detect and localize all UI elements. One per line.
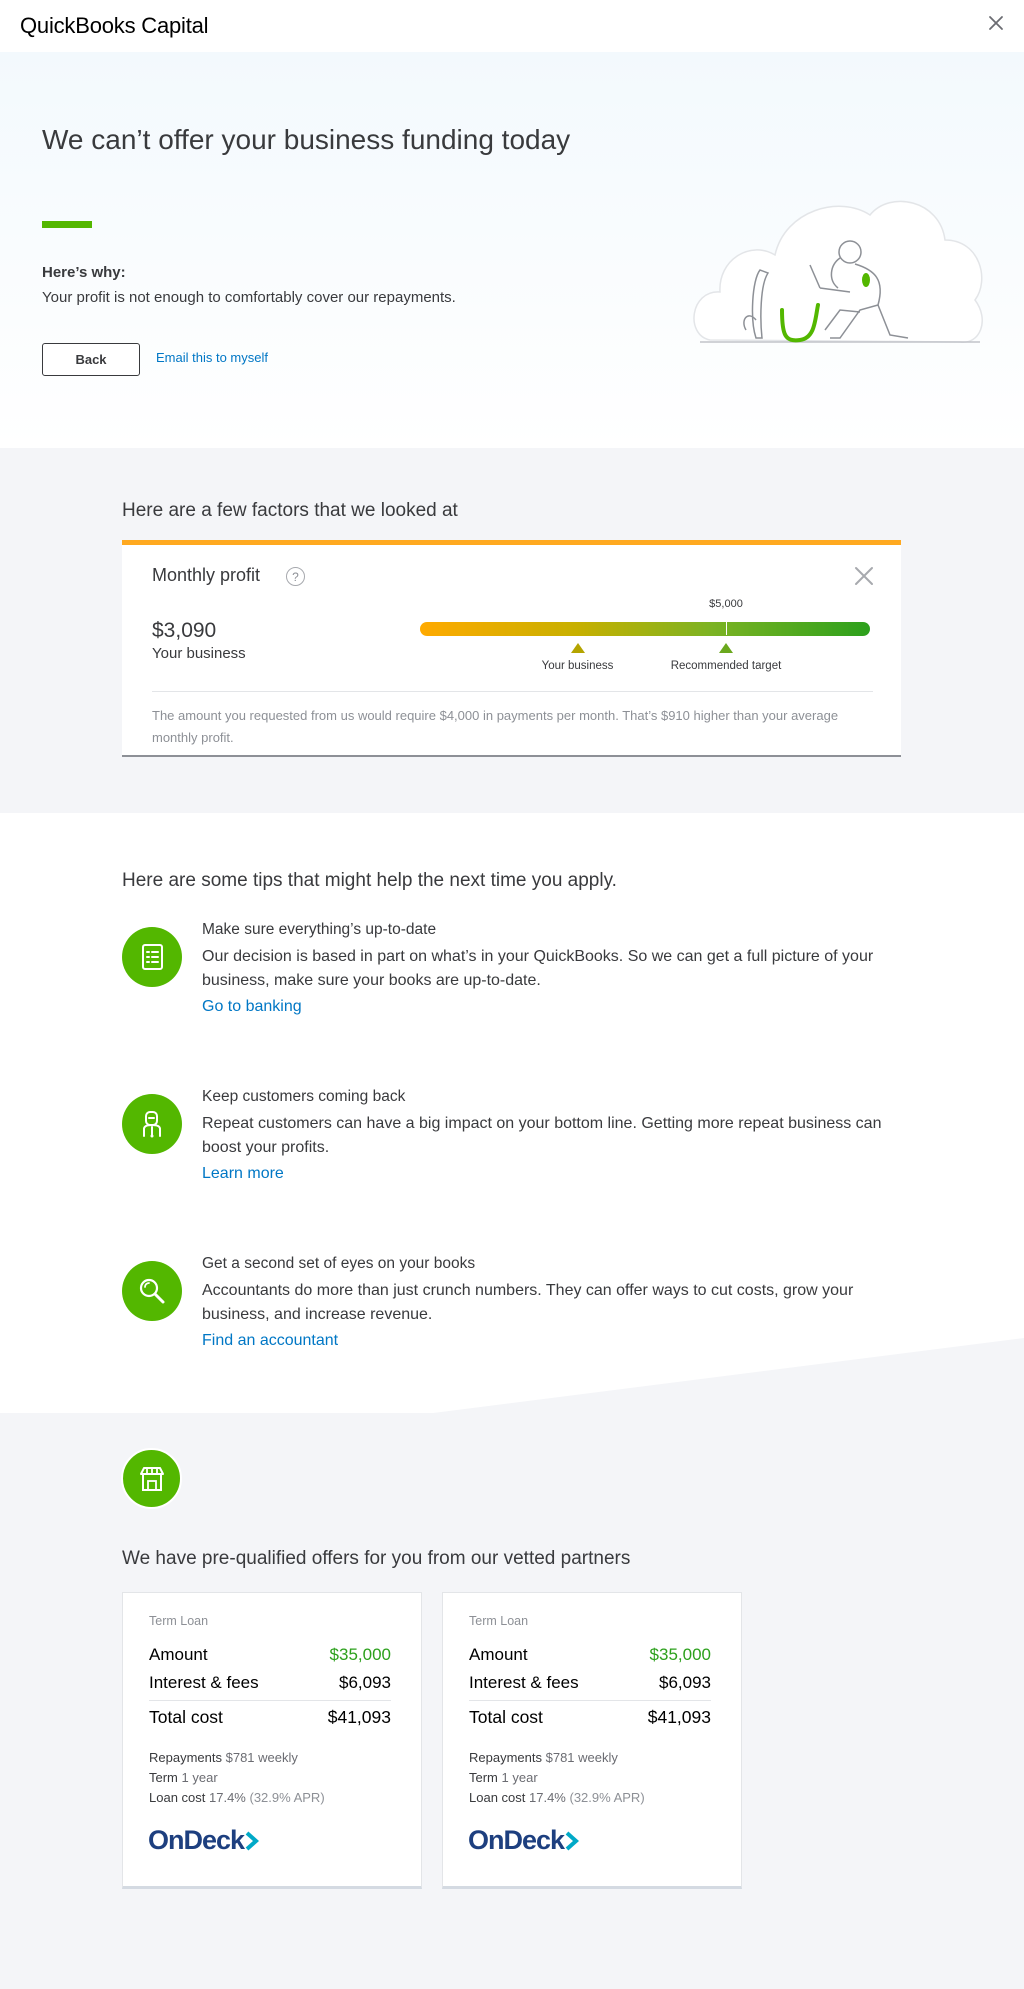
monthly-profit-card: Monthly profit ? $3,090 Your business $5… (122, 540, 901, 757)
tip-text: Repeat customers can have a big impact o… (202, 1115, 882, 1156)
loan-type: Term Loan (149, 1614, 209, 1628)
recommended-target-marker (719, 643, 733, 653)
fees-row: Interest & fees $6,093 (469, 1673, 711, 1693)
term-line: Term 1 year (149, 1770, 218, 1785)
close-factor-icon[interactable] (853, 565, 875, 587)
reason-text: Your profit is not enough to comfortably… (42, 289, 456, 306)
recommended-target-label: Recommended target (670, 660, 782, 672)
factor-note: The amount you requested from us would r… (152, 708, 839, 745)
loan-cost-label: Loan cost (149, 1790, 206, 1805)
business-profit-label: Your business (152, 645, 246, 662)
fees-row: Interest & fees $6,093 (149, 1673, 391, 1693)
ondeck-logo: OnDeck (148, 1825, 260, 1856)
apr-value: (32.9% APR) (569, 1790, 645, 1805)
fees-value: $6,093 (339, 1673, 391, 1692)
storefront-icon (121, 1448, 182, 1509)
repayments-label: Repayments (469, 1750, 542, 1765)
loan-cost-label: Loan cost (469, 1790, 526, 1805)
amount-row: Amount $35,000 (469, 1645, 711, 1665)
offer-card[interactable]: Term Loan Amount $35,000 Interest & fees… (122, 1592, 422, 1889)
term-value: 1 year (181, 1770, 218, 1785)
repayments-line: Repayments $781 weekly (469, 1750, 618, 1765)
decision-hero: We can’t offer your business funding tod… (0, 52, 1024, 448)
tip-title: Keep customers coming back (202, 1088, 406, 1105)
factor-title: Monthly profit (152, 565, 261, 585)
go-to-banking-link[interactable]: Go to banking (202, 998, 302, 1016)
ondeck-logo: OnDeck (468, 1825, 580, 1856)
email-link[interactable]: Email this to myself (156, 350, 268, 365)
factors-heading: Here are a few factors that we looked at (122, 500, 458, 521)
your-business-label: Your business (541, 660, 614, 672)
tip-item: Keep customers coming back Repeat custom… (122, 1088, 922, 1198)
row-divider (149, 1700, 391, 1701)
target-tick (726, 609, 727, 635)
repayments-value: $781 weekly (545, 1750, 618, 1765)
loan-cost-line: Loan cost 17.4% (32.9% APR) (149, 1790, 325, 1805)
amount-value: $35,000 (649, 1645, 711, 1664)
repayments-line: Repayments $781 weekly (149, 1750, 298, 1765)
term-label: Term (149, 1770, 178, 1785)
app-title: QuickBooks Capital (20, 13, 209, 38)
loan-type: Term Loan (469, 1614, 529, 1628)
amount-row: Amount $35,000 (149, 1645, 391, 1665)
term-value: 1 year (501, 1770, 538, 1785)
tip-title: Get a second set of eyes on your books (202, 1255, 476, 1272)
person-at-laptop-illustration (693, 200, 983, 343)
factors-section: Here are a few factors that we looked at… (0, 448, 1024, 813)
partner-name: OnDeck (468, 1825, 565, 1855)
total-label: Total cost (149, 1707, 223, 1727)
repayments-value: $781 weekly (225, 1750, 298, 1765)
tip-text: Accountants do more than just crunch num… (202, 1282, 854, 1323)
loan-cost-value: 17.4% (209, 1790, 246, 1805)
total-label: Total cost (469, 1707, 543, 1727)
tip-item: Make sure everything’s up-to-date Our de… (122, 921, 922, 1031)
card-divider (152, 691, 873, 692)
total-row: Total cost $41,093 (469, 1707, 711, 1728)
fees-label: Interest & fees (149, 1673, 259, 1692)
fees-label: Interest & fees (469, 1673, 579, 1692)
offers-section: We have pre-qualified offers for you fro… (0, 1338, 1024, 1989)
term-label: Term (469, 1770, 498, 1785)
help-icon[interactable]: ? (286, 567, 305, 586)
close-icon[interactable] (982, 9, 1010, 37)
offer-card[interactable]: Term Loan Amount $35,000 Interest & fees… (442, 1592, 742, 1889)
repayments-label: Repayments (149, 1750, 222, 1765)
row-divider (469, 1700, 711, 1701)
chevron-right-icon (245, 1831, 260, 1850)
tip-text: Our decision is based in part on what’s … (202, 948, 874, 989)
total-row: Total cost $41,093 (149, 1707, 391, 1728)
loan-cost-value: 17.4% (529, 1790, 566, 1805)
profit-meter-bar (420, 622, 870, 636)
customer-icon (122, 1094, 182, 1154)
top-bar: QuickBooks Capital (0, 0, 1024, 52)
tip-title: Make sure everything’s up-to-date (202, 921, 437, 938)
accent-rule (42, 221, 92, 228)
amount-label: Amount (149, 1645, 208, 1664)
magnifier-icon (122, 1261, 182, 1321)
total-value: $41,093 (327, 1707, 391, 1727)
back-button[interactable]: Back (42, 343, 140, 376)
reason-label: Here’s why: (42, 264, 126, 281)
learn-more-link[interactable]: Learn more (202, 1165, 284, 1183)
total-value: $41,093 (647, 1707, 711, 1727)
term-line: Term 1 year (469, 1770, 538, 1785)
loan-cost-line: Loan cost 17.4% (32.9% APR) (469, 1790, 645, 1805)
apr-value: (32.9% APR) (249, 1790, 325, 1805)
chevron-right-icon (565, 1831, 580, 1850)
tips-heading: Here are some tips that might help the n… (122, 870, 617, 891)
checklist-icon (122, 927, 182, 987)
business-profit-value: $3,090 (152, 619, 217, 642)
page-title: We can’t offer your business funding tod… (42, 124, 571, 155)
amount-value: $35,000 (329, 1645, 391, 1664)
amount-label: Amount (469, 1645, 528, 1664)
tips-section: Here are some tips that might help the n… (0, 813, 1024, 1413)
partner-name: OnDeck (148, 1825, 245, 1855)
fees-value: $6,093 (659, 1673, 711, 1692)
your-business-marker (570, 643, 585, 653)
offers-heading: We have pre-qualified offers for you fro… (122, 1548, 631, 1569)
